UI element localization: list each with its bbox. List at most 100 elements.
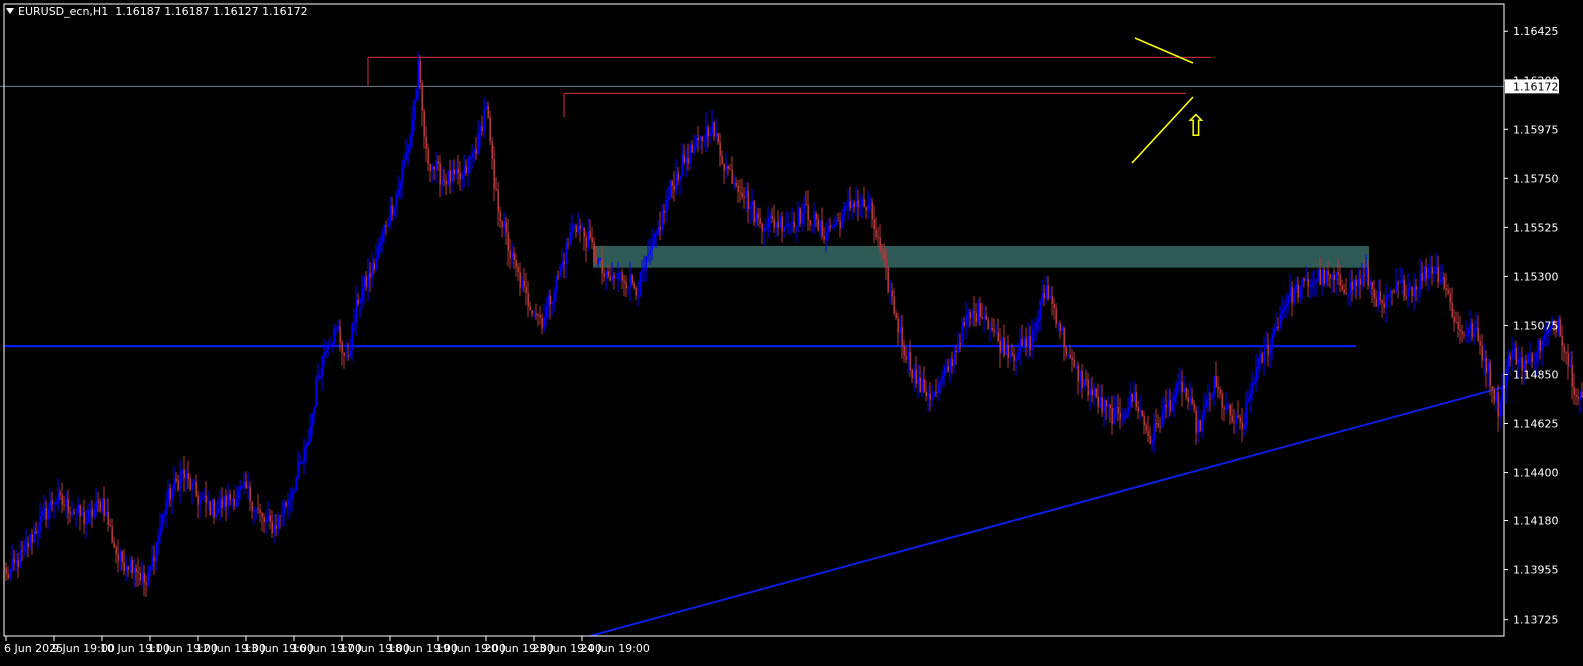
supply-zone-rectangle[interactable] [593,245,1369,268]
candle-body [361,288,363,300]
candle-body [191,483,193,490]
zone-layer [593,245,1369,268]
candle-body [773,218,775,228]
candle-body [527,293,529,307]
candle-body [1539,340,1541,351]
candle-body [1127,407,1129,414]
candle-body [561,261,563,267]
candle-body [1051,295,1053,304]
candle-body [633,283,635,288]
candle-body [1449,293,1451,303]
candle-body [29,534,31,548]
candle-body [1203,407,1205,415]
candle-body [769,215,771,219]
candle-body [177,481,179,490]
candle-body [287,500,289,506]
candle-body [1489,362,1491,387]
candle-body [1037,318,1039,323]
candle-body [991,327,993,331]
candle-body [805,203,807,206]
candle-body [1225,405,1227,409]
candle-body [1253,381,1255,384]
candle-body [775,222,777,228]
candle-body [891,290,893,297]
candle-body [879,237,881,251]
candle-body [631,274,633,284]
candle-body [163,513,165,515]
candle-body [1387,294,1389,296]
candle-body [657,226,659,235]
candle-body [333,329,335,344]
candle-body [731,169,733,184]
candle-body [271,521,273,534]
candle-body [293,490,295,493]
candle-body [111,526,113,543]
candle-body [1207,398,1209,400]
candle-body [1447,290,1449,294]
candle-body [729,168,731,170]
candle-body [295,477,297,491]
candle-body [353,322,355,324]
candle-body [499,211,501,222]
candle-body [641,270,643,273]
candle-body [1443,276,1445,288]
candle-body [289,499,291,501]
candle-body [1077,365,1079,382]
candle-body [1055,308,1057,324]
candle-body [1393,290,1395,293]
candle-body [255,508,257,511]
candle-body [431,166,433,171]
candle-body [487,106,489,118]
candle-body [1267,345,1269,355]
candle-body [133,568,135,574]
candle-body [1313,281,1315,283]
dropdown-triangle-icon[interactable] [6,8,14,14]
candle-body [369,273,371,278]
candle-body [1069,355,1071,358]
candle-body [281,514,283,516]
candle-body [749,205,751,210]
candle-body [373,263,375,270]
candle-body [261,513,263,518]
chart-window[interactable]: ⇧ 1.164251.162001.159751.157501.155251.1… [0,0,1583,666]
candle-body [647,254,649,257]
candle-body [229,494,231,501]
candle-body [823,236,825,240]
candle-body [1567,353,1569,367]
candle-body [505,222,507,233]
candle-body [307,441,309,445]
candle-body [719,142,721,156]
candle-body [1271,334,1273,347]
candle-body [1579,392,1581,399]
candle-body [99,501,101,511]
candle-body [1263,348,1265,363]
candle-body [93,509,95,517]
candle-body [739,191,741,193]
candle-body [325,349,327,353]
candle-body [97,501,99,503]
candle-body [483,108,485,131]
candle-body [405,151,407,160]
price-chart[interactable]: ⇧ 1.164251.162001.159751.157501.155251.1… [0,0,1583,666]
candle-body [209,501,211,515]
candle-body [1247,399,1249,402]
candle-body [851,203,853,209]
candle-body [1293,288,1295,303]
candle-body [415,89,417,101]
candle-body [423,110,425,137]
candle-body [699,136,701,141]
candle-body [827,225,829,233]
candle-body [591,237,593,243]
candle-body [9,569,11,579]
candle-body [65,498,67,506]
candle-body [161,514,163,527]
candle-body [1329,274,1331,279]
candle-body [1201,414,1203,431]
candle-body [1199,419,1201,431]
candle-body [735,182,737,186]
candle-body [379,243,381,247]
candle-body [1001,337,1003,353]
candle-body [553,292,555,302]
candle-body [983,315,985,319]
candle-body [1229,405,1231,416]
